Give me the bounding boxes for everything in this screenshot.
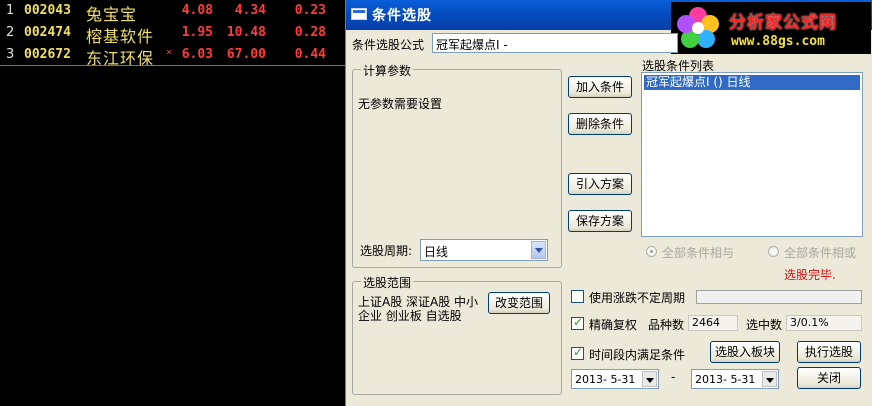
range-group-title: 选股范围 bbox=[361, 274, 414, 291]
period-satisfy-checkbox[interactable] bbox=[571, 345, 584, 360]
range-text: 上证A股 深证A股 中小企业 创业板 自选股 bbox=[358, 295, 479, 323]
date-to-picker[interactable]: 2013- 5-31 bbox=[691, 369, 779, 389]
chevron-down-icon[interactable] bbox=[642, 371, 657, 387]
stock-code: 002474 bbox=[24, 25, 71, 40]
progress-bar bbox=[696, 290, 862, 304]
stock-screener-dialog: 条件选股 分析家公式网 www.88gs.com 条件选股公式 冠军起爆点I -… bbox=[345, 0, 872, 406]
date-from-value: 2013- 5-31 bbox=[575, 373, 636, 386]
flower-logo-icon bbox=[677, 7, 719, 48]
period-select[interactable]: 日线 bbox=[420, 239, 548, 261]
period-label: 选股周期: bbox=[360, 244, 413, 258]
chevron-down-icon[interactable] bbox=[531, 241, 546, 259]
radio-and[interactable] bbox=[646, 246, 657, 257]
chevron-down-icon[interactable] bbox=[762, 371, 777, 387]
stock-value-3: 0.23 bbox=[294, 3, 326, 18]
stock-row[interactable]: 1 002043 兔宝宝 4.08 4.34 0.23 bbox=[0, 0, 345, 24]
params-group-title: 计算参数 bbox=[361, 62, 414, 79]
execute-screening-button[interactable]: 执行选股 bbox=[797, 341, 861, 363]
date-from-picker[interactable]: 2013- 5-31 bbox=[571, 369, 659, 389]
stock-list: 1 002043 兔宝宝 4.08 4.34 0.23 2 002474 榕基软… bbox=[0, 0, 345, 406]
selected-value: 3/0.1% bbox=[786, 315, 862, 331]
stock-price: 4.08 bbox=[181, 3, 213, 18]
selected-label: 选中数 bbox=[746, 318, 783, 332]
logo-url-text: www.88gs.com bbox=[731, 34, 825, 49]
row-index: 1 bbox=[6, 3, 15, 18]
stock-price: 6.03 bbox=[181, 47, 213, 62]
stock-value-3: 0.28 bbox=[294, 25, 326, 40]
condition-item[interactable]: 冠军起爆点I () 日线 bbox=[644, 75, 860, 90]
row-index: 3 bbox=[6, 47, 15, 62]
row-index: 2 bbox=[6, 25, 15, 40]
use-uncertain-period-label: 使用涨跌不定周期 bbox=[589, 291, 686, 305]
stock-value-2: 67.00 bbox=[226, 47, 266, 62]
save-scheme-button[interactable]: 保存方案 bbox=[568, 210, 632, 232]
count-value: 2464 bbox=[688, 315, 738, 331]
stock-value-2: 4.34 bbox=[234, 3, 266, 18]
period-satisfy-label: 时间段内满足条件 bbox=[589, 348, 686, 362]
date-to-value: 2013- 5-31 bbox=[695, 373, 756, 386]
logo-brand-text: 分析家公式网 bbox=[729, 13, 837, 33]
formula-value: 冠军起爆点I - bbox=[436, 38, 508, 52]
stock-value-3: 0.44 bbox=[294, 47, 326, 62]
stock-price: 1.95 bbox=[181, 25, 213, 40]
formula-input[interactable]: 冠军起爆点I - bbox=[432, 33, 678, 53]
add-condition-button[interactable]: 加入条件 bbox=[568, 76, 632, 98]
delete-condition-button[interactable]: 删除条件 bbox=[568, 113, 632, 135]
window-icon bbox=[351, 8, 367, 20]
count-label: 品种数 bbox=[648, 318, 685, 332]
add-to-block-button[interactable]: 选股入板块 bbox=[710, 341, 780, 363]
use-uncertain-period-checkbox[interactable] bbox=[571, 290, 584, 303]
selected-row-underline bbox=[0, 65, 345, 66]
precise-adjust-label: 精确复权 bbox=[589, 318, 638, 332]
formula-label: 条件选股公式 bbox=[352, 38, 425, 52]
stock-row[interactable]: 2 002474 榕基软件 1.95 10.48 0.28 bbox=[0, 22, 345, 46]
close-button[interactable]: 关闭 bbox=[797, 367, 861, 389]
conditions-listbox[interactable]: 冠军起爆点I () 日线 bbox=[641, 72, 863, 237]
change-range-button[interactable]: 改变范围 bbox=[488, 292, 550, 314]
stock-value-2: 10.48 bbox=[226, 25, 266, 40]
precise-adjust-checkbox[interactable] bbox=[571, 315, 584, 330]
dialog-title: 条件选股 bbox=[372, 8, 432, 24]
stock-code: 002672 bbox=[24, 47, 71, 62]
stock-mark: × bbox=[166, 47, 173, 58]
date-separator: - bbox=[671, 370, 676, 384]
radio-or-label: 全部条件相或 bbox=[784, 246, 857, 260]
import-scheme-button[interactable]: 引入方案 bbox=[568, 173, 632, 195]
period-value: 日线 bbox=[424, 245, 449, 259]
radio-or[interactable] bbox=[768, 246, 779, 257]
radio-and-label: 全部条件相与 bbox=[662, 246, 735, 260]
stock-code: 002043 bbox=[24, 3, 71, 18]
site-logo: 分析家公式网 www.88gs.com bbox=[671, 2, 871, 54]
status-text: 选股完毕. bbox=[784, 268, 836, 282]
stock-row[interactable]: 3 002672 东江环保 × 6.03 67.00 0.44 bbox=[0, 44, 345, 68]
params-text: 无参数需要设置 bbox=[358, 97, 443, 111]
